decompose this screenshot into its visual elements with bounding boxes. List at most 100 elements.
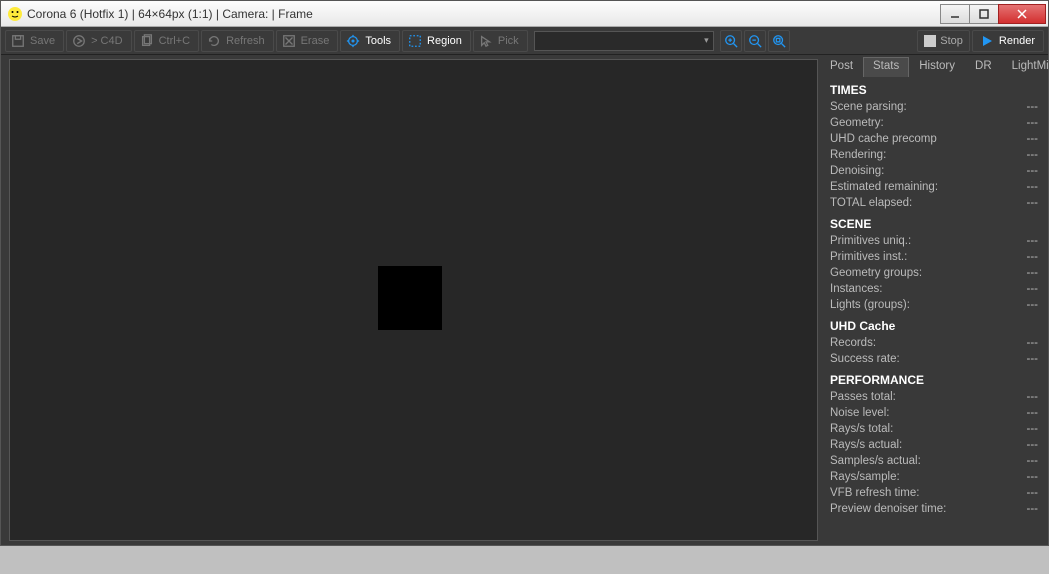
tab-stats[interactable]: Stats (863, 57, 909, 77)
section-header: PERFORMANCE (830, 373, 1038, 387)
stat-key: Scene parsing: (830, 99, 907, 115)
tools-icon (345, 33, 361, 49)
render-button[interactable]: Render (972, 30, 1044, 52)
zoom-out-button[interactable] (744, 30, 766, 52)
stat-row: Rendering:--- (830, 147, 1038, 163)
stat-key: TOTAL elapsed: (830, 195, 912, 211)
stat-row: Rays/s total: --- (830, 421, 1038, 437)
copy-label: Ctrl+C (159, 35, 190, 47)
save-label: Save (30, 35, 55, 47)
stat-row: Samples/s actual: --- (830, 453, 1038, 469)
zoom-fit-button[interactable] (768, 30, 790, 52)
stop-button[interactable]: Stop (917, 30, 970, 52)
stat-row: Instances:--- (830, 281, 1038, 297)
tab-post[interactable]: Post (820, 57, 863, 77)
window-title: Corona 6 (Hotfix 1) | 64×64px (1:1) | Ca… (27, 7, 941, 21)
stat-value: --- (1027, 351, 1039, 367)
stop-label: Stop (940, 35, 963, 47)
c4d-label: > C4D (91, 35, 123, 47)
region-button[interactable]: Region (402, 30, 471, 52)
stat-row: TOTAL elapsed: --- (830, 195, 1038, 211)
tools-label: Tools (365, 35, 391, 47)
stat-value: --- (1027, 131, 1039, 147)
stat-key: Rays/s total: (830, 421, 893, 437)
region-icon (407, 33, 423, 49)
stat-row: Geometry groups: --- (830, 265, 1038, 281)
section-header: TIMES (830, 83, 1038, 97)
minimize-button[interactable] (940, 4, 970, 24)
render-label: Render (999, 35, 1035, 47)
copy-icon (139, 33, 155, 49)
refresh-icon (206, 33, 222, 49)
stat-row: Passes total:--- (830, 389, 1038, 405)
save-button[interactable]: Save (5, 30, 64, 52)
tab-history[interactable]: History (909, 57, 965, 77)
play-icon (981, 35, 993, 47)
stat-row: Geometry:--- (830, 115, 1038, 131)
refresh-button[interactable]: Refresh (201, 30, 274, 52)
stat-value: --- (1027, 195, 1039, 211)
c4d-button[interactable]: > C4D (66, 30, 132, 52)
stop-icon (924, 35, 936, 47)
stat-value: --- (1027, 485, 1039, 501)
pick-label: Pick (498, 35, 519, 47)
render-viewport[interactable] (9, 59, 818, 541)
stat-value: --- (1027, 297, 1039, 313)
tab-dr[interactable]: DR (965, 57, 1002, 77)
stat-key: Estimated remaining: (830, 179, 938, 195)
stat-value: --- (1027, 179, 1039, 195)
stat-value: --- (1027, 469, 1039, 485)
pick-button[interactable]: Pick (473, 30, 528, 52)
stat-key: Samples/s actual: (830, 453, 921, 469)
zoom-in-button[interactable] (720, 30, 742, 52)
stat-row: Denoising:--- (830, 163, 1038, 179)
window-buttons (941, 4, 1046, 24)
stat-key: Preview denoiser time: (830, 501, 946, 517)
erase-button[interactable]: Erase (276, 30, 339, 52)
stat-value: --- (1027, 335, 1039, 351)
stat-row: Success rate: --- (830, 351, 1038, 367)
stat-key: Rays/s actual: (830, 437, 902, 453)
save-icon (10, 33, 26, 49)
stat-value: --- (1027, 249, 1039, 265)
titlebar: Corona 6 (Hotfix 1) | 64×64px (1:1) | Ca… (1, 1, 1048, 27)
close-button[interactable] (998, 4, 1046, 24)
erase-icon (281, 33, 297, 49)
app-window: Corona 6 (Hotfix 1) | 64×64px (1:1) | Ca… (0, 0, 1049, 546)
stat-key: Success rate: (830, 351, 900, 367)
stat-row: VFB refresh time: --- (830, 485, 1038, 501)
stat-value: --- (1027, 163, 1039, 179)
stat-key: Geometry groups: (830, 265, 922, 281)
stat-key: Noise level: (830, 405, 889, 421)
tools-button[interactable]: Tools (340, 30, 400, 52)
stat-row: Primitives inst.: --- (830, 249, 1038, 265)
stat-value: --- (1027, 281, 1039, 297)
stat-value: --- (1027, 421, 1039, 437)
stat-row: Lights (groups): --- (830, 297, 1038, 313)
stat-key: Lights (groups): (830, 297, 910, 313)
stat-key: VFB refresh time: (830, 485, 919, 501)
c4d-icon (71, 33, 87, 49)
refresh-label: Refresh (226, 35, 265, 47)
stat-value: --- (1027, 437, 1039, 453)
stat-value: --- (1027, 389, 1039, 405)
tab-lightmix[interactable]: LightMix (1002, 57, 1049, 77)
stat-row: Rays/sample:--- (830, 469, 1038, 485)
stat-key: Primitives inst.: (830, 249, 907, 265)
stat-row: Primitives uniq.:--- (830, 233, 1038, 249)
channel-dropdown[interactable] (534, 31, 714, 51)
stat-row: UHD cache precomp--- (830, 131, 1038, 147)
stat-row: Noise level:--- (830, 405, 1038, 421)
copy-button[interactable]: Ctrl+C (134, 30, 199, 52)
stat-value: --- (1027, 453, 1039, 469)
stat-value: --- (1027, 233, 1039, 249)
pick-icon (478, 33, 494, 49)
stat-row: Preview denoiser time: --- (830, 501, 1038, 517)
stat-row: Rays/s actual: --- (830, 437, 1038, 453)
stat-key: Geometry: (830, 115, 884, 131)
stat-value: --- (1027, 501, 1039, 517)
section-header: SCENE (830, 217, 1038, 231)
stat-value: --- (1027, 265, 1039, 281)
maximize-button[interactable] (969, 4, 999, 24)
stat-value: --- (1027, 147, 1039, 163)
